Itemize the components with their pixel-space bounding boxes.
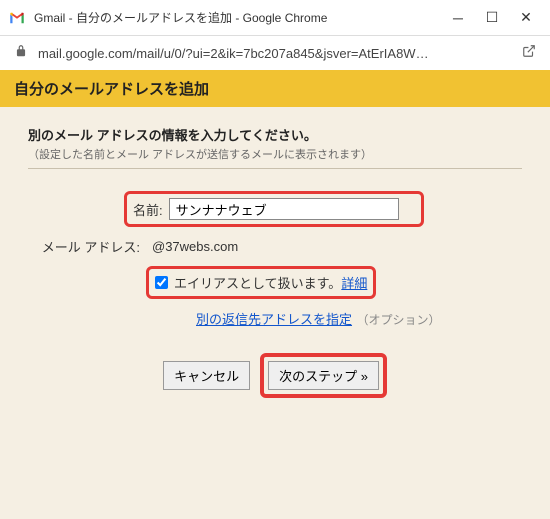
reply-row: 別の返信先アドレスを指定 （オプション）	[146, 309, 522, 329]
url-text[interactable]: mail.google.com/mail/u/0/?ui=2&ik=7bc207…	[38, 46, 512, 61]
alias-row: エイリアスとして扱います。 詳細	[146, 266, 522, 299]
reply-address-link[interactable]: 別の返信先アドレスを指定	[196, 312, 352, 327]
instruction-text: 別のメール アドレスの情報を入力してください。	[28, 125, 522, 144]
name-label: 名前:	[133, 200, 169, 219]
alias-checkbox[interactable]	[155, 276, 168, 289]
close-button[interactable]: ✕	[518, 10, 534, 26]
next-highlight: 次のステップ »	[260, 353, 387, 398]
divider	[28, 168, 522, 169]
reply-note: （オプション）	[356, 313, 440, 327]
window-titlebar: Gmail - 自分のメールアドレスを追加 - Google Chrome ─ …	[0, 0, 550, 36]
cancel-button[interactable]: キャンセル	[163, 361, 250, 390]
open-external-icon[interactable]	[522, 44, 536, 63]
email-value: @37webs.com	[146, 239, 238, 254]
button-row: キャンセル 次のステップ »	[28, 353, 522, 398]
window-controls: ─ ☐ ✕	[450, 10, 542, 26]
alias-label: エイリアスとして扱います。	[174, 273, 341, 292]
next-step-button[interactable]: 次のステップ »	[268, 361, 379, 390]
subnote-text: （設定した名前とメール アドレスが送信するメールに表示されます）	[28, 146, 522, 162]
email-label: メール アドレス:	[28, 237, 146, 256]
alias-highlight: エイリアスとして扱います。 詳細	[146, 266, 376, 299]
gmail-icon	[8, 9, 26, 27]
alias-details-link[interactable]: 詳細	[341, 273, 367, 292]
email-row: メール アドレス: @37webs.com	[28, 237, 522, 256]
name-input[interactable]	[169, 198, 399, 220]
minimize-button[interactable]: ─	[450, 10, 466, 26]
maximize-button[interactable]: ☐	[484, 10, 500, 26]
page-header: 自分のメールアドレスを追加	[0, 70, 550, 107]
window-title: Gmail - 自分のメールアドレスを追加 - Google Chrome	[34, 9, 450, 26]
address-bar: mail.google.com/mail/u/0/?ui=2&ik=7bc207…	[0, 36, 550, 70]
name-highlight: 名前:	[124, 191, 424, 227]
lock-icon	[14, 44, 28, 63]
name-row: 名前:	[28, 191, 522, 227]
content-area: 別のメール アドレスの情報を入力してください。 （設定した名前とメール アドレス…	[0, 107, 550, 416]
